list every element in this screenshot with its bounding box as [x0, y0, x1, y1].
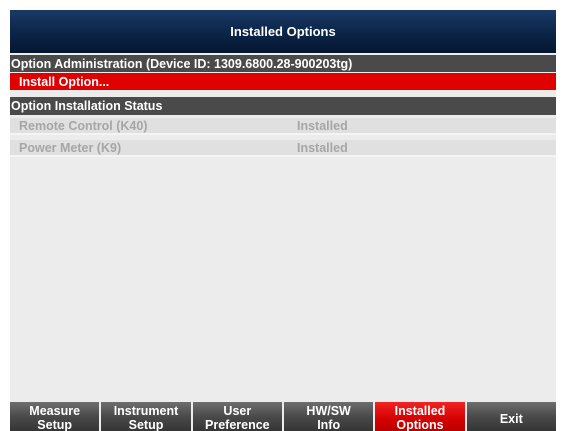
softkey-label-line1: HW/SW	[306, 404, 351, 418]
softkey-label-line1: Exit	[499, 411, 523, 426]
softkey-hw-sw-info[interactable]: HW/SW Info	[283, 402, 374, 431]
option-status: Installed	[297, 140, 348, 155]
softkey-instrument-setup[interactable]: Instrument Setup	[101, 402, 191, 431]
option-name: Power Meter (K9)	[19, 140, 122, 155]
instrument-screen: Installed Options Option Administration …	[10, 10, 556, 431]
option-administration-header: Option Administration (Device ID: 1309.6…	[10, 55, 556, 72]
softkey-label-line2: Info	[317, 418, 341, 431]
softkey-bar: Measure Setup Instrument Setup User Pref…	[10, 402, 556, 431]
softkey-label-line2: Preference	[205, 418, 270, 431]
softkey-user-preference[interactable]: User Preference	[192, 402, 282, 431]
option-installation-status-header: Option Installation Status	[10, 97, 556, 115]
softkey-label-line1: Measure	[29, 404, 81, 418]
option-status: Installed	[297, 118, 348, 133]
install-option-button[interactable]: Install Option...	[10, 73, 556, 90]
option-row-power-meter: Power Meter (K9) Installed	[10, 140, 556, 157]
softkey-label-line2: Setup	[128, 418, 164, 431]
softkey-label-line2: Setup	[37, 418, 73, 431]
softkey-exit[interactable]: Exit	[466, 402, 556, 431]
softkey-label-line1: Instrument	[113, 404, 179, 418]
softkey-measure-setup[interactable]: Measure Setup	[10, 402, 100, 431]
softkey-installed-options[interactable]: Installed Options	[375, 402, 465, 431]
softkey-label-line1: Installed	[394, 404, 446, 418]
option-row-remote-control: Remote Control (K40) Installed	[10, 118, 556, 135]
softkey-label-line1: User	[223, 404, 252, 418]
softkey-label-line2: Options	[396, 418, 444, 431]
window-title: Installed Options	[10, 10, 556, 53]
option-name: Remote Control (K40)	[19, 118, 148, 133]
